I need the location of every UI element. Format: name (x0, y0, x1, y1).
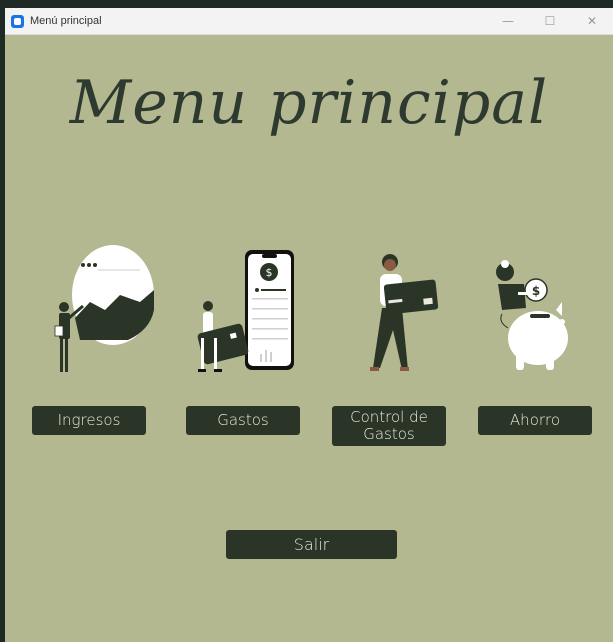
title-bar: Menú principal — ☐ ✕ (5, 8, 613, 35)
salir-button[interactable]: Salir (226, 530, 397, 559)
person-with-card-and-phone-illustration: $ (197, 250, 294, 372)
person-carrying-card-illustration (370, 254, 439, 371)
minimize-button[interactable]: — (487, 8, 529, 34)
gastos-button[interactable]: Gastos (186, 406, 300, 435)
page-title: Menu principal (69, 68, 549, 138)
app-icon (11, 14, 24, 28)
window-title: Menú principal (30, 15, 102, 27)
control-gastos-label-line1: Control de (350, 408, 428, 426)
person-with-piggy-bank-illustration: $ (496, 260, 568, 370)
ahorro-button[interactable]: Ahorro (478, 406, 592, 435)
close-button[interactable]: ✕ (571, 8, 613, 34)
control-gastos-button[interactable]: Control de Gastos (332, 406, 446, 446)
window-controls: — ☐ ✕ (487, 8, 613, 34)
svg-text:$: $ (532, 284, 540, 298)
svg-text:$: $ (266, 266, 273, 279)
person-with-chart-illustration (54, 245, 154, 372)
main-menu-window: Menú principal — ☐ ✕ Menu principal $ $ … (5, 8, 613, 642)
control-gastos-label-line2: Gastos (363, 425, 415, 443)
ingresos-button[interactable]: Ingresos (32, 406, 146, 435)
maximize-button[interactable]: ☐ (529, 8, 571, 34)
